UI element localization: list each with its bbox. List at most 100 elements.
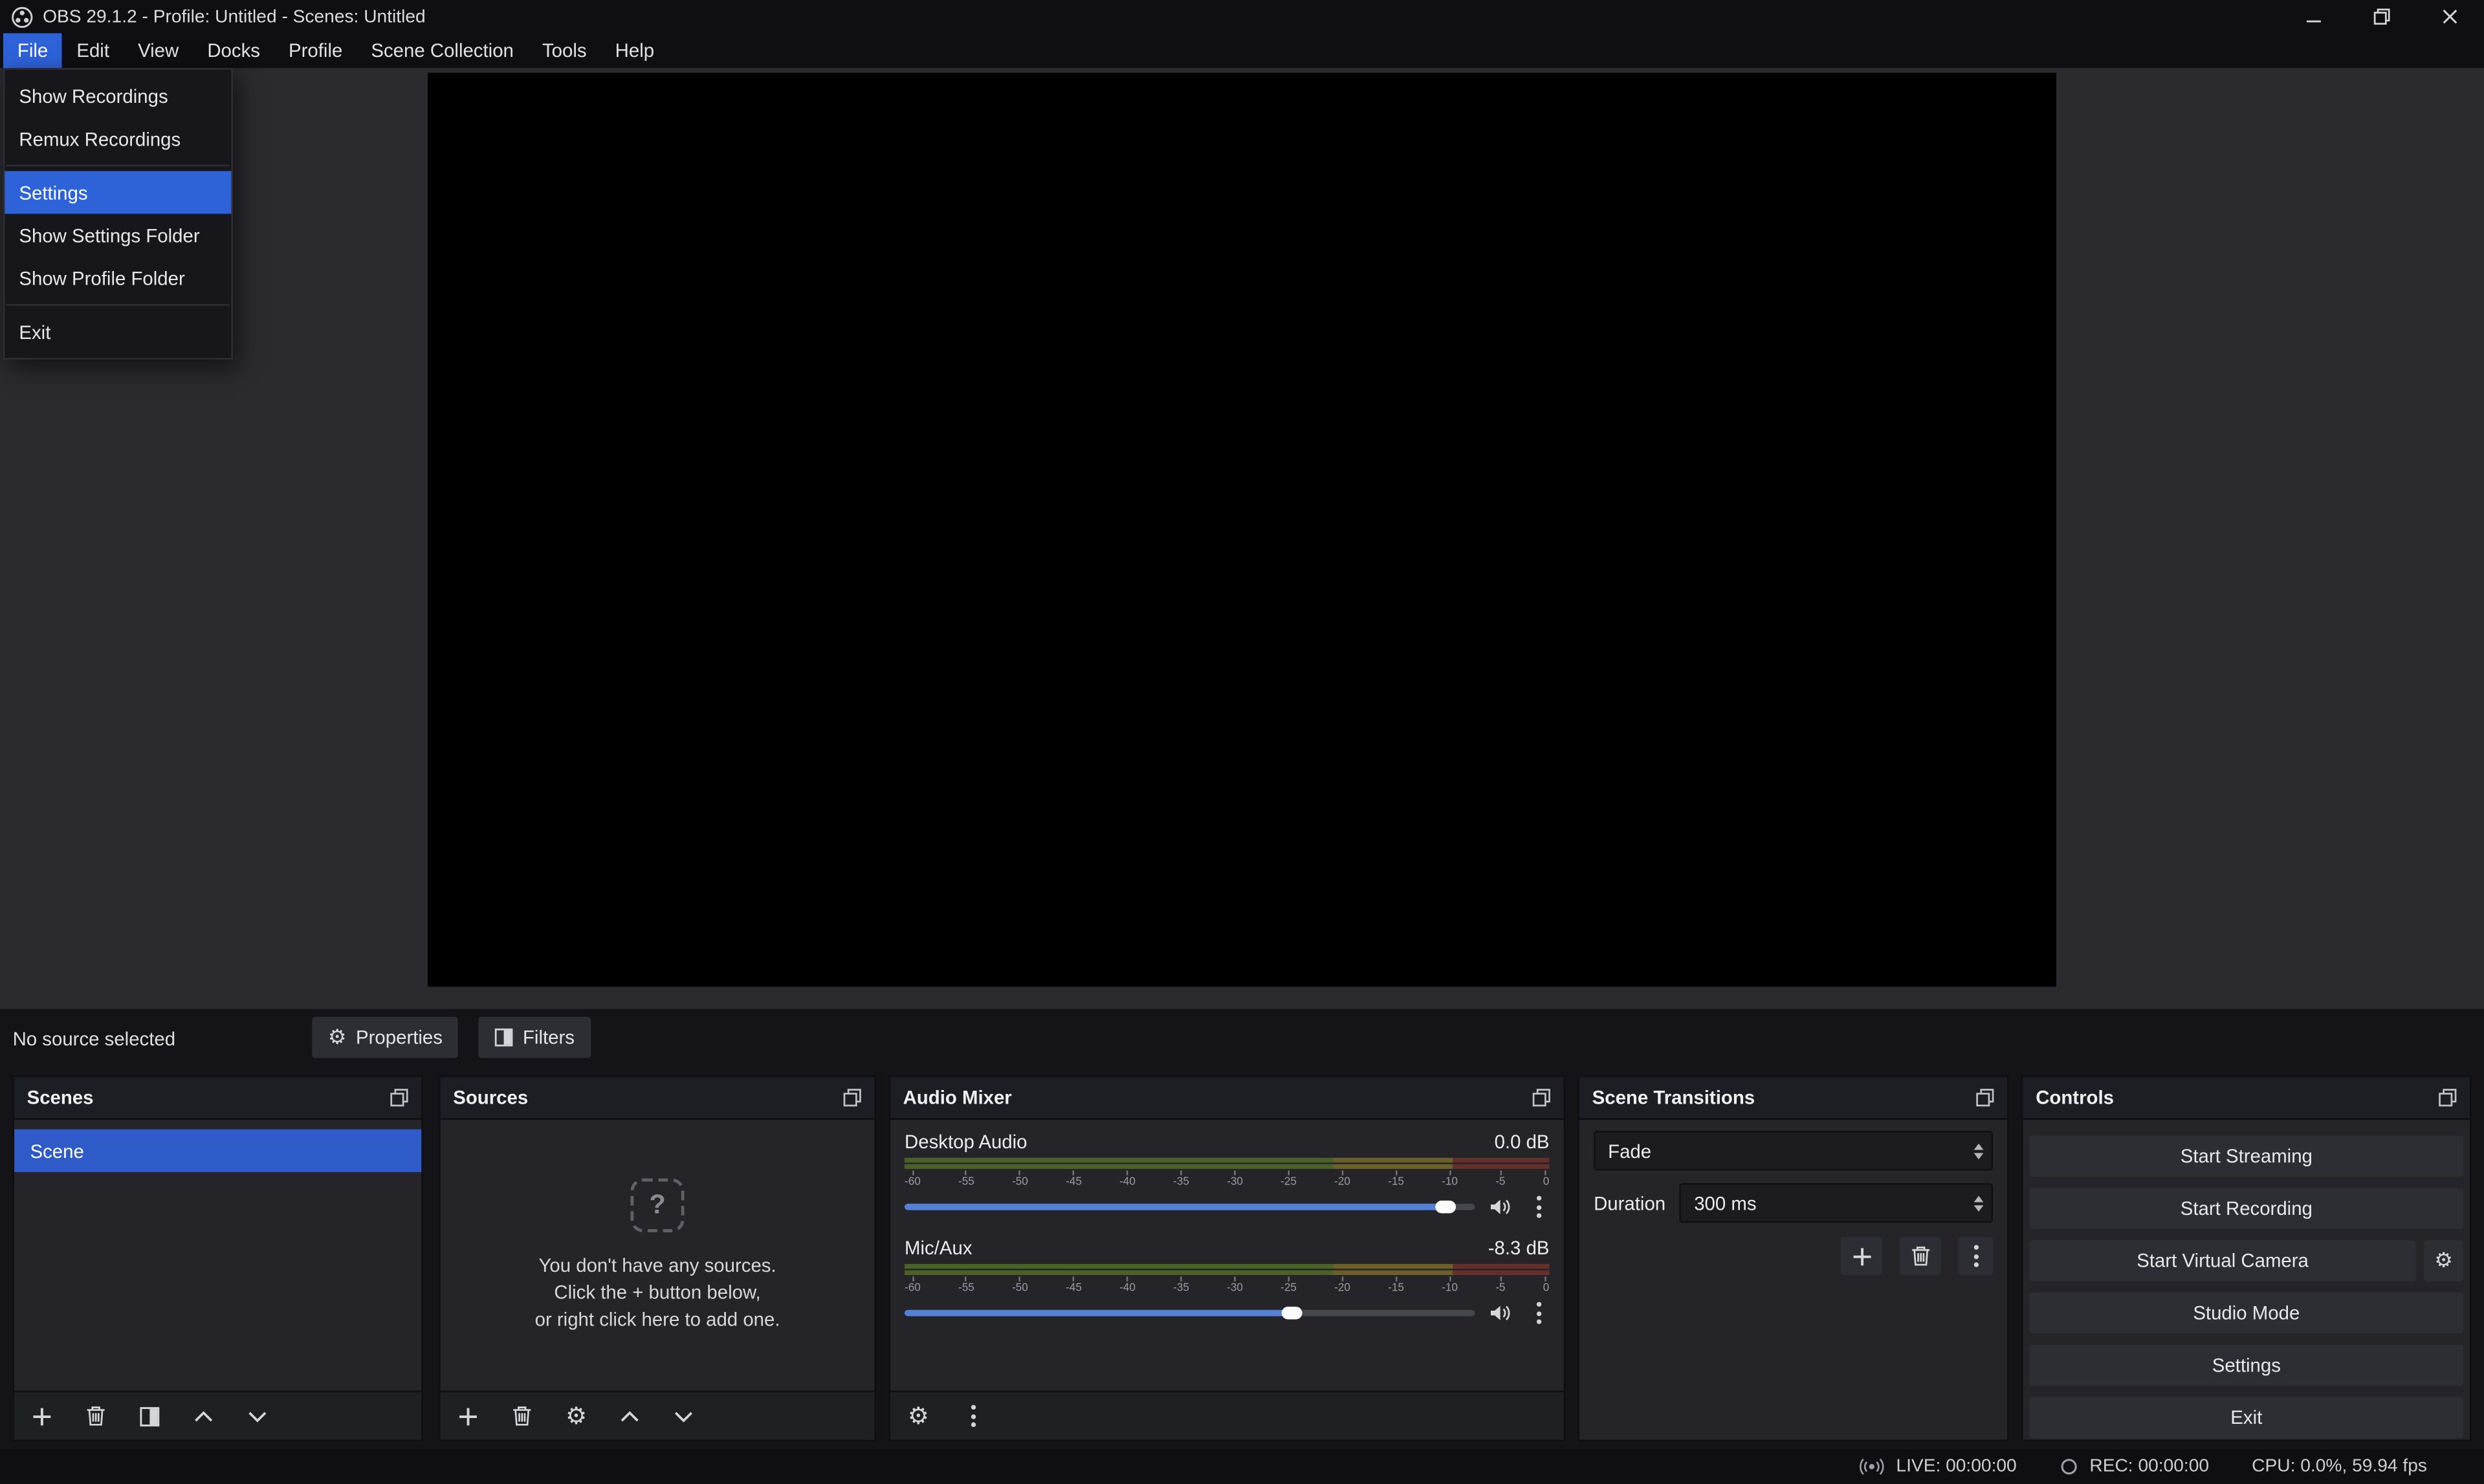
rec-time: REC: 00:00:00 bbox=[2089, 1457, 2209, 1476]
menu-bar: File Edit View Docks Profile Scene Colle… bbox=[0, 33, 2484, 68]
settings-button[interactable]: Settings bbox=[2029, 1345, 2463, 1386]
file-menu-exit[interactable]: Exit bbox=[5, 311, 231, 353]
minimize-button[interactable] bbox=[2280, 0, 2347, 33]
add-source-icon[interactable] bbox=[458, 1406, 479, 1426]
file-menu: Show Recordings Remux Recordings Setting… bbox=[3, 68, 233, 360]
live-time: LIVE: 00:00:00 bbox=[1896, 1457, 2016, 1476]
menu-tools[interactable]: Tools bbox=[528, 33, 601, 68]
advanced-audio-icon[interactable]: ⚙ bbox=[908, 1404, 929, 1428]
transitions-panel-title: Scene Transitions bbox=[1592, 1087, 1755, 1109]
studio-mode-button[interactable]: Studio Mode bbox=[2029, 1293, 2463, 1334]
channel-header: Desktop Audio 0.0 dB bbox=[905, 1131, 1549, 1158]
remove-source-icon[interactable] bbox=[512, 1405, 533, 1427]
add-transition-button[interactable] bbox=[1841, 1237, 1882, 1275]
broadcast-icon bbox=[1858, 1457, 1885, 1476]
volume-slider-handle[interactable] bbox=[1435, 1201, 1456, 1214]
controls-panel-title: Controls bbox=[2036, 1087, 2114, 1109]
channel-name: Mic/Aux bbox=[905, 1237, 973, 1264]
popout-icon[interactable] bbox=[843, 1088, 862, 1107]
dock-area: No source selected ⚙ Properties Filters … bbox=[0, 1009, 2484, 1450]
restore-button[interactable] bbox=[2348, 0, 2416, 33]
meter-scale-label: -5 bbox=[1495, 1170, 1505, 1189]
mixer-channel-desktop-audio: Desktop Audio 0.0 dB -60 -55 -50 -45 -40… bbox=[905, 1131, 1549, 1219]
menu-file[interactable]: File bbox=[3, 33, 62, 68]
file-menu-show-profile-folder[interactable]: Show Profile Folder bbox=[5, 257, 231, 300]
menu-scene-collection[interactable]: Scene Collection bbox=[357, 33, 528, 68]
minimize-icon bbox=[2305, 8, 2322, 25]
properties-button[interactable]: ⚙ Properties bbox=[312, 1017, 458, 1058]
preview-canvas[interactable] bbox=[428, 73, 2056, 987]
speaker-icon[interactable] bbox=[1489, 1304, 1513, 1322]
add-scene-icon[interactable] bbox=[32, 1406, 52, 1426]
filters-button[interactable]: Filters bbox=[478, 1017, 590, 1058]
meter-scale-label: -55 bbox=[958, 1276, 974, 1295]
sources-toolbar: ⚙ bbox=[441, 1391, 875, 1440]
meter-scale-label: -5 bbox=[1495, 1276, 1505, 1295]
exit-button[interactable]: Exit bbox=[2029, 1397, 2463, 1438]
transition-select-value: Fade bbox=[1608, 1140, 1651, 1162]
spinner-arrows-icon[interactable] bbox=[1964, 1184, 1992, 1221]
filters-icon bbox=[494, 1028, 513, 1047]
move-scene-up-icon[interactable] bbox=[193, 1409, 214, 1423]
scene-filters-icon[interactable] bbox=[139, 1406, 160, 1426]
menu-help[interactable]: Help bbox=[601, 33, 669, 68]
close-icon bbox=[2441, 8, 2459, 25]
transition-options-button[interactable] bbox=[1958, 1237, 1993, 1275]
remove-scene-icon[interactable] bbox=[85, 1405, 106, 1427]
meter-scale-label: -50 bbox=[1012, 1276, 1028, 1295]
menu-separator bbox=[6, 165, 230, 166]
duration-input[interactable]: 300 ms bbox=[1680, 1183, 1993, 1223]
file-menu-show-settings-folder[interactable]: Show Settings Folder bbox=[5, 214, 231, 257]
sources-empty-state: ? You don't have any sources. Click the … bbox=[441, 1120, 875, 1391]
popout-icon[interactable] bbox=[1975, 1088, 1994, 1107]
meter-scale-label: -20 bbox=[1334, 1170, 1350, 1189]
channel-options-icon[interactable] bbox=[1527, 1302, 1549, 1324]
remove-transition-button[interactable] bbox=[1900, 1237, 1941, 1275]
volume-slider-handle[interactable] bbox=[1281, 1307, 1302, 1320]
sources-list[interactable]: ? You don't have any sources. Click the … bbox=[441, 1120, 875, 1391]
volume-slider[interactable] bbox=[905, 1204, 1475, 1210]
volume-meter bbox=[905, 1158, 1549, 1169]
scenes-panel-title: Scenes bbox=[27, 1087, 94, 1109]
source-properties-icon[interactable]: ⚙ bbox=[566, 1404, 587, 1428]
meter-scale-label: -45 bbox=[1066, 1170, 1082, 1189]
popout-icon[interactable] bbox=[1532, 1088, 1551, 1107]
close-button[interactable] bbox=[2416, 0, 2484, 33]
menu-profile[interactable]: Profile bbox=[274, 33, 357, 68]
mixer-options-icon[interactable] bbox=[962, 1405, 984, 1427]
start-streaming-button[interactable]: Start Streaming bbox=[2029, 1136, 2463, 1177]
transitions-panel-header: Scene Transitions bbox=[1579, 1077, 2007, 1120]
preview-area bbox=[0, 68, 2484, 1009]
volume-slider[interactable] bbox=[905, 1310, 1475, 1316]
channel-options-icon[interactable] bbox=[1527, 1196, 1549, 1218]
menu-view[interactable]: View bbox=[124, 33, 193, 68]
filters-button-label: Filters bbox=[523, 1027, 575, 1049]
channel-level: 0.0 dB bbox=[1495, 1131, 1550, 1158]
popout-icon[interactable] bbox=[2438, 1088, 2457, 1107]
mixer-toolbar: ⚙ bbox=[890, 1391, 1564, 1440]
file-menu-show-recordings[interactable]: Show Recordings bbox=[5, 74, 231, 117]
channel-level: -8.3 dB bbox=[1488, 1237, 1550, 1264]
speaker-icon[interactable] bbox=[1489, 1197, 1513, 1216]
scenes-list: Scene bbox=[14, 1120, 421, 1391]
move-scene-down-icon[interactable] bbox=[247, 1409, 268, 1423]
dropdown-arrows-icon bbox=[1964, 1133, 1992, 1169]
meter-scale-label: -35 bbox=[1173, 1170, 1189, 1189]
transition-select[interactable]: Fade bbox=[1594, 1131, 1993, 1170]
restore-icon bbox=[2373, 8, 2391, 25]
popout-icon[interactable] bbox=[390, 1088, 408, 1107]
sources-panel: Sources ? You don't have any sources. Cl… bbox=[439, 1075, 876, 1441]
move-source-up-icon[interactable] bbox=[620, 1409, 641, 1423]
record-icon bbox=[2060, 1457, 2078, 1476]
file-menu-settings[interactable]: Settings bbox=[5, 171, 231, 213]
start-recording-button[interactable]: Start Recording bbox=[2029, 1188, 2463, 1229]
menu-separator bbox=[6, 304, 230, 305]
scene-list-item[interactable]: Scene bbox=[14, 1129, 421, 1172]
start-virtual-camera-button[interactable]: Start Virtual Camera bbox=[2029, 1240, 2415, 1282]
virtual-camera-settings-button[interactable]: ⚙ bbox=[2424, 1240, 2463, 1282]
file-menu-remux-recordings[interactable]: Remux Recordings bbox=[5, 117, 231, 160]
menu-edit[interactable]: Edit bbox=[62, 33, 124, 68]
menu-docks[interactable]: Docks bbox=[193, 33, 274, 68]
audio-mixer-panel: Audio Mixer Desktop Audio 0.0 dB -60 -55… bbox=[889, 1075, 1565, 1441]
move-source-down-icon[interactable] bbox=[674, 1409, 695, 1423]
